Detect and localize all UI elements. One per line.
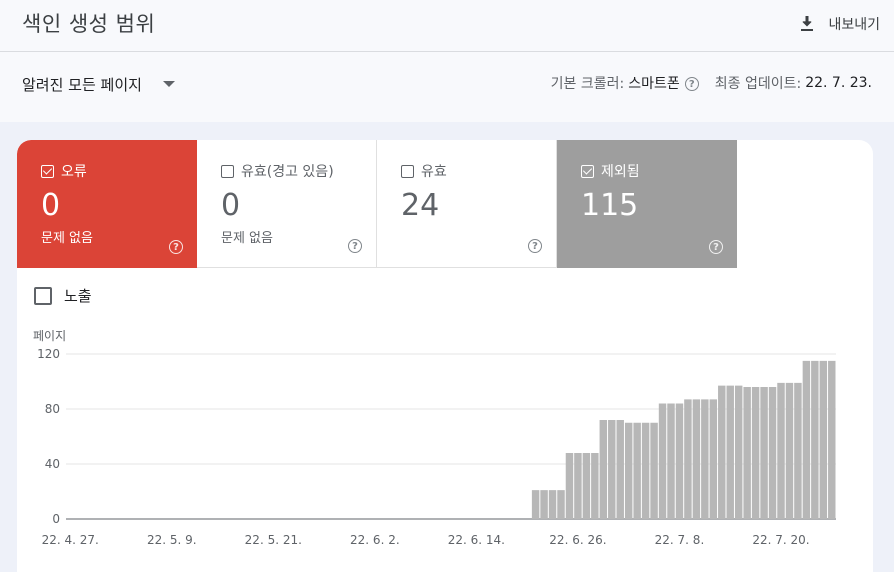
updated-label: 최종 업데이트:: [714, 76, 802, 92]
top-bar: 색인 생성 범위 내보내기: [0, 0, 894, 52]
chart-bar[interactable]: [751, 387, 760, 519]
chart-bar[interactable]: [650, 422, 658, 519]
chart-bar[interactable]: [641, 422, 650, 519]
chart-bar[interactable]: [777, 382, 785, 519]
export-button[interactable]: 내보내기: [798, 12, 880, 36]
impressions-checkbox[interactable]: [34, 286, 52, 305]
chart-bar[interactable]: [828, 360, 836, 519]
status-tiles: 오류 0 문제 없음 ? 유효(경고 있음) 0 문제 없음 ? 유효 24 ?: [17, 140, 737, 268]
impressions-toggle[interactable]: 노출: [34, 285, 92, 306]
tile-label: 유효(경고 있음): [241, 164, 334, 180]
chart-bar[interactable]: [768, 387, 777, 519]
tile-count: 24: [401, 188, 440, 223]
chart-bar[interactable]: [531, 490, 540, 519]
checkbox-icon[interactable]: [401, 164, 414, 178]
checkbox-icon[interactable]: [581, 164, 594, 178]
x-tick-label: 22. 5. 21.: [245, 533, 302, 547]
tile-label: 유효: [421, 164, 447, 180]
download-icon: [801, 16, 814, 31]
chart-bar[interactable]: [785, 382, 794, 519]
tile-valid-with-warnings[interactable]: 유효(경고 있음) 0 문제 없음 ?: [197, 140, 377, 268]
chart-bar[interactable]: [574, 453, 582, 519]
y-tick-label: 80: [45, 402, 60, 416]
scope-dropdown[interactable]: 알려진 모든 페이지: [22, 72, 176, 96]
crawl-meta: 기본 크롤러: 스마트폰 ? 최종 업데이트: 22. 7. 23.: [551, 73, 872, 93]
updated-value: 22. 7. 23.: [805, 75, 872, 91]
tile-excluded[interactable]: 제외됨 115 ?: [557, 140, 737, 268]
page-title: 색인 생성 범위: [22, 12, 156, 36]
chart-bar[interactable]: [591, 453, 599, 519]
crawler-label: 기본 크롤러:: [550, 76, 625, 92]
tile-subtext: 문제 없음: [221, 231, 273, 246]
chart-bar[interactable]: [726, 385, 734, 519]
tile-count: 0: [41, 188, 61, 223]
crawler-help-icon[interactable]: ?: [684, 75, 699, 91]
x-tick-label: 22. 6. 26.: [549, 533, 606, 547]
x-tick-label: 22. 7. 20.: [752, 533, 809, 547]
caret-down-icon: [162, 81, 175, 87]
chart-bar[interactable]: [802, 360, 811, 519]
tile-count: 115: [581, 188, 639, 223]
filter-row: 알려진 모든 페이지 기본 크롤러: 스마트폰 ? 최종 업데이트: 22. 7…: [0, 52, 894, 122]
chart-bar[interactable]: [633, 422, 641, 519]
chart-bar[interactable]: [624, 422, 633, 519]
y-tick-label: 0: [52, 512, 60, 526]
y-tick-label: 120: [37, 347, 60, 361]
chart-bar[interactable]: [709, 399, 718, 519]
x-tick-label: 22. 5. 9.: [147, 533, 197, 547]
chart-bar[interactable]: [608, 420, 616, 519]
chart-bar[interactable]: [718, 385, 726, 519]
checkbox-icon[interactable]: [41, 164, 54, 178]
scope-selected-value: 알려진 모든 페이지: [22, 75, 142, 94]
help-icon[interactable]: ?: [528, 234, 542, 253]
chart-bar[interactable]: [667, 403, 675, 520]
chart-bar[interactable]: [582, 453, 591, 519]
coverage-card: 오류 0 문제 없음 ? 유효(경고 있음) 0 문제 없음 ? 유효 24 ?: [17, 140, 873, 572]
tile-valid[interactable]: 유효 24 ?: [377, 140, 557, 268]
x-tick-label: 22. 6. 2.: [350, 533, 400, 547]
chart-bar[interactable]: [743, 387, 751, 519]
help-icon[interactable]: ?: [348, 234, 362, 253]
y-tick-label: 40: [45, 457, 60, 471]
x-tick-label: 22. 4. 27.: [42, 533, 99, 547]
x-tick-label: 22. 6. 14.: [448, 533, 505, 547]
impressions-label: 노출: [64, 287, 92, 305]
chart-bar[interactable]: [684, 399, 692, 519]
tile-label: 오류: [61, 164, 87, 180]
chart-bar[interactable]: [811, 360, 819, 519]
coverage-chart: 페이지 0 40 80 120 22. 4. 27. 22. 5. 9. 22. 5. 21.…: [17, 324, 873, 564]
chart-bar[interactable]: [692, 399, 701, 519]
tile-subtext: 문제 없음: [41, 231, 93, 246]
chart-bar[interactable]: [701, 399, 709, 519]
tile-count: 0: [221, 188, 241, 223]
crawler-value: 스마트폰: [628, 76, 680, 92]
tile-label: 제외됨: [601, 164, 640, 180]
help-icon[interactable]: ?: [169, 235, 183, 254]
chart-bar[interactable]: [675, 403, 684, 520]
chart-bar[interactable]: [540, 490, 548, 519]
chart-svg: 페이지 0 40 80 120 22. 4. 27. 22. 5. 9. 22. 5. 21.…: [33, 329, 836, 547]
x-tick-label: 22. 7. 8.: [655, 533, 705, 547]
tile-error[interactable]: 오류 0 문제 없음 ?: [17, 140, 197, 268]
chart-bar[interactable]: [658, 403, 667, 520]
chart-bar[interactable]: [819, 360, 828, 519]
chart-bar[interactable]: [760, 387, 768, 519]
export-label: 내보내기: [828, 17, 880, 33]
chart-bar[interactable]: [565, 453, 574, 519]
chart-bar[interactable]: [794, 382, 802, 519]
chart-bar[interactable]: [734, 385, 743, 519]
y-axis-label: 페이지: [33, 329, 66, 343]
chart-bar[interactable]: [557, 490, 565, 519]
chart-bar[interactable]: [599, 420, 608, 519]
chart-bar[interactable]: [548, 490, 557, 519]
checkbox-icon[interactable]: [221, 164, 234, 178]
help-icon[interactable]: ?: [709, 235, 723, 254]
chart-bar[interactable]: [616, 420, 624, 519]
